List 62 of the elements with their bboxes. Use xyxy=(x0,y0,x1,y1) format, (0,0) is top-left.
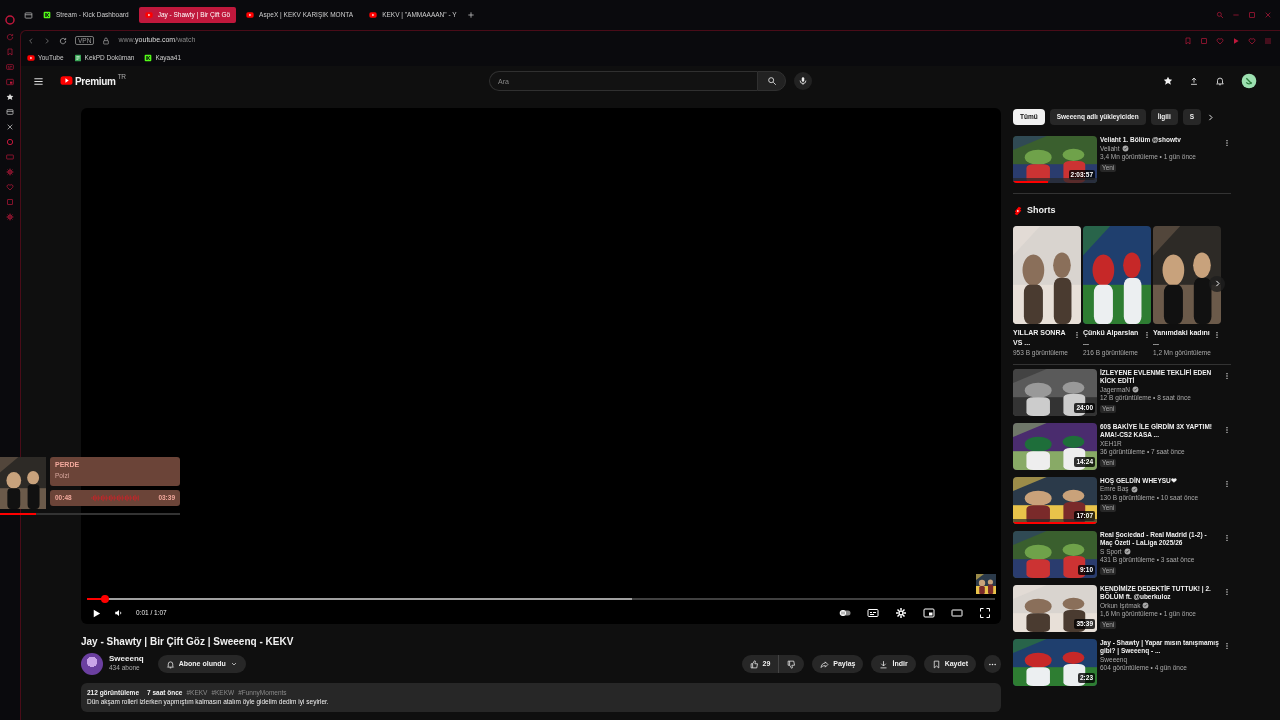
miniplayer-icon[interactable] xyxy=(923,607,935,619)
video-title: Jay - Shawty | Bir Çift Göz | Sweeenq - KEKV xyxy=(81,635,295,649)
sidebar-icon[interactable] xyxy=(6,93,14,101)
reload-icon[interactable] xyxy=(59,36,67,45)
channel-name[interactable]: Sweeenq xyxy=(109,655,144,664)
new-tab-icon[interactable] xyxy=(466,11,475,19)
section-title: Shorts xyxy=(1027,204,1056,217)
browser-logo-icon[interactable] xyxy=(4,14,16,26)
settings-icon[interactable] xyxy=(895,607,907,619)
more-icon xyxy=(1223,641,1231,650)
verified-icon xyxy=(1130,485,1138,493)
thumbs-up-icon xyxy=(749,659,759,669)
search-icon[interactable] xyxy=(766,76,777,86)
more-icon xyxy=(1073,330,1081,339)
verified-icon xyxy=(1123,548,1131,556)
bookmark-icon xyxy=(931,659,941,669)
channel-avatar[interactable] xyxy=(81,653,103,675)
more-icon xyxy=(1213,330,1221,339)
caret-icon xyxy=(229,660,238,668)
logo-icon xyxy=(60,73,73,87)
play-icon xyxy=(27,54,35,62)
more-icon xyxy=(1223,587,1231,596)
logo-text[interactable]: Premium xyxy=(75,73,116,89)
document-icon xyxy=(73,54,82,62)
verified-icon xyxy=(1142,602,1150,610)
theater-mode-icon[interactable] xyxy=(951,607,963,619)
menu-icon[interactable] xyxy=(33,75,44,87)
dislike-button[interactable] xyxy=(778,655,805,673)
download-icon xyxy=(879,659,889,669)
create-icon[interactable] xyxy=(1163,76,1173,86)
shorts-icon xyxy=(1013,205,1023,216)
more-icon xyxy=(1223,371,1231,380)
share-icon xyxy=(820,659,830,669)
play-icon[interactable] xyxy=(91,607,102,619)
search-button[interactable] xyxy=(757,71,786,91)
tab-list-icon[interactable] xyxy=(24,10,33,20)
thumbs-down-icon xyxy=(787,659,797,669)
autoplay-toggle[interactable] xyxy=(839,607,851,619)
play-icon xyxy=(246,11,255,19)
more-icon xyxy=(1143,330,1151,339)
more-icon xyxy=(1223,479,1231,488)
fullscreen-icon[interactable] xyxy=(979,607,991,619)
scrubber-handle[interactable] xyxy=(101,595,110,603)
next-icon[interactable] xyxy=(1206,112,1216,122)
play-icon xyxy=(369,11,378,19)
more-icon xyxy=(1223,533,1231,542)
verified-icon xyxy=(1121,145,1129,153)
site-icon xyxy=(43,11,51,19)
captions-icon[interactable] xyxy=(867,607,879,619)
lock-icon xyxy=(102,36,111,45)
play-icon xyxy=(144,11,153,19)
more-icon xyxy=(1223,139,1231,147)
avatar-icon[interactable] xyxy=(1241,73,1257,89)
site-icon xyxy=(144,54,153,62)
volume-icon[interactable] xyxy=(114,608,124,618)
mic-icon[interactable] xyxy=(798,76,808,86)
notifications-icon[interactable] xyxy=(1215,76,1225,86)
more-icon xyxy=(1223,425,1231,434)
mic-button[interactable] xyxy=(794,72,812,90)
verified-icon xyxy=(1132,386,1139,394)
upload-icon[interactable] xyxy=(1189,76,1199,86)
bell-icon xyxy=(165,659,175,669)
